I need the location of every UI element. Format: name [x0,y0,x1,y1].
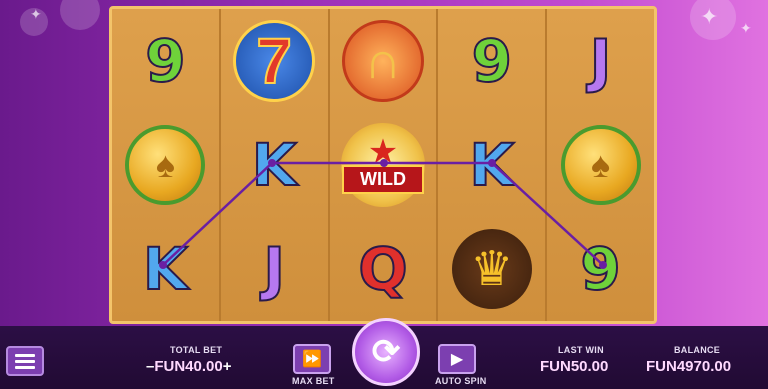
reel-1: 9 ♠ K [112,9,221,321]
reel-cell: 7 [221,9,328,113]
sparkle-icon: ✦ [740,20,752,36]
reel-cell: Q [330,217,437,321]
sparkle-icon: ✦ [700,4,719,29]
star-icon: ★ [367,133,399,172]
spin-icon: ⟳ [371,333,401,371]
k-blue-icon: K [142,234,189,303]
reel-cell: K [112,217,219,321]
menu-button[interactable] [6,346,44,376]
reel-cell: J [221,217,328,321]
spin-button[interactable]: ⟳ [352,318,420,386]
reel-cell: K [221,113,328,217]
auto-spin-button[interactable]: ▶ [438,344,476,374]
reel-cell: ♠ [547,113,654,217]
balance-value: FUN4970.00 [646,358,732,375]
spade-coin-icon: ♠ [125,124,206,205]
q-red-icon: Q [357,234,408,303]
reel-4: 9 K ♛ [438,9,548,321]
nine-green-icon: 9 [144,26,186,95]
reel-cell: 9 [112,9,219,113]
j-purple-icon: J [589,26,613,95]
nine-green-icon: 9 [471,26,513,95]
total-bet-label: TOTAL BET [170,345,223,355]
reel-cell: ♠ [112,113,219,217]
increase-bet-button[interactable]: + [223,358,232,375]
reel-cell: K [438,113,545,217]
nine-green-icon: 9 [579,234,621,303]
reel-grid: 9 ♠ K 7 K J ∩ ★ WILD Q 9 K ♛ J ♠ 9 [109,6,657,324]
reel-cell: J [547,9,654,113]
total-bet-row: –FUN40.00+ [146,358,231,375]
j-purple-icon: J [262,234,286,303]
reel-5: J ♠ 9 [547,9,654,321]
horseshoe-icon: ∩ [341,19,424,102]
reel-2: 7 KJ [220,9,330,321]
play-icon: ▶ [450,351,464,368]
wild-star-icon: ★ WILD [340,122,425,207]
fast-forward-icon: ⏩ [302,351,322,368]
k-blue-icon: K [468,130,515,199]
reel-cell: ♛ [438,217,545,321]
spade-coin-icon: ♠ [560,124,641,205]
menu-icon-line [15,359,35,363]
k-blue-icon: K [251,130,298,199]
wild-label: WILD [341,165,424,195]
last-win-label: LAST WIN [558,345,604,355]
crown-icon: ♛ [451,228,532,309]
background-bubble [60,0,100,30]
balance-label: BALANCE [674,345,721,355]
reel-cell: ★ WILD [330,113,437,217]
last-win-value: FUN50.00 [540,358,609,375]
menu-icon-line [15,365,35,369]
reel-cell: ∩ [330,9,437,113]
reel-3: ∩ ★ WILD Q [329,9,439,321]
reel-cell: 9 [547,217,654,321]
max-bet-label: MAX BET [292,376,335,386]
control-bar: TOTAL BET –FUN40.00+ ⏩ MAX BET ⟳ ▶ AUTO … [0,318,768,389]
auto-spin-label: AUTO SPIN [435,376,487,386]
max-bet-button[interactable]: ⏩ [293,344,331,374]
total-bet-value: FUN40.00 [154,358,223,375]
lucky-seven-icon: 7 [233,19,316,102]
reel-cell: 9 [438,9,545,113]
menu-icon-line [15,353,35,357]
sparkle-icon: ✦ [30,6,42,22]
